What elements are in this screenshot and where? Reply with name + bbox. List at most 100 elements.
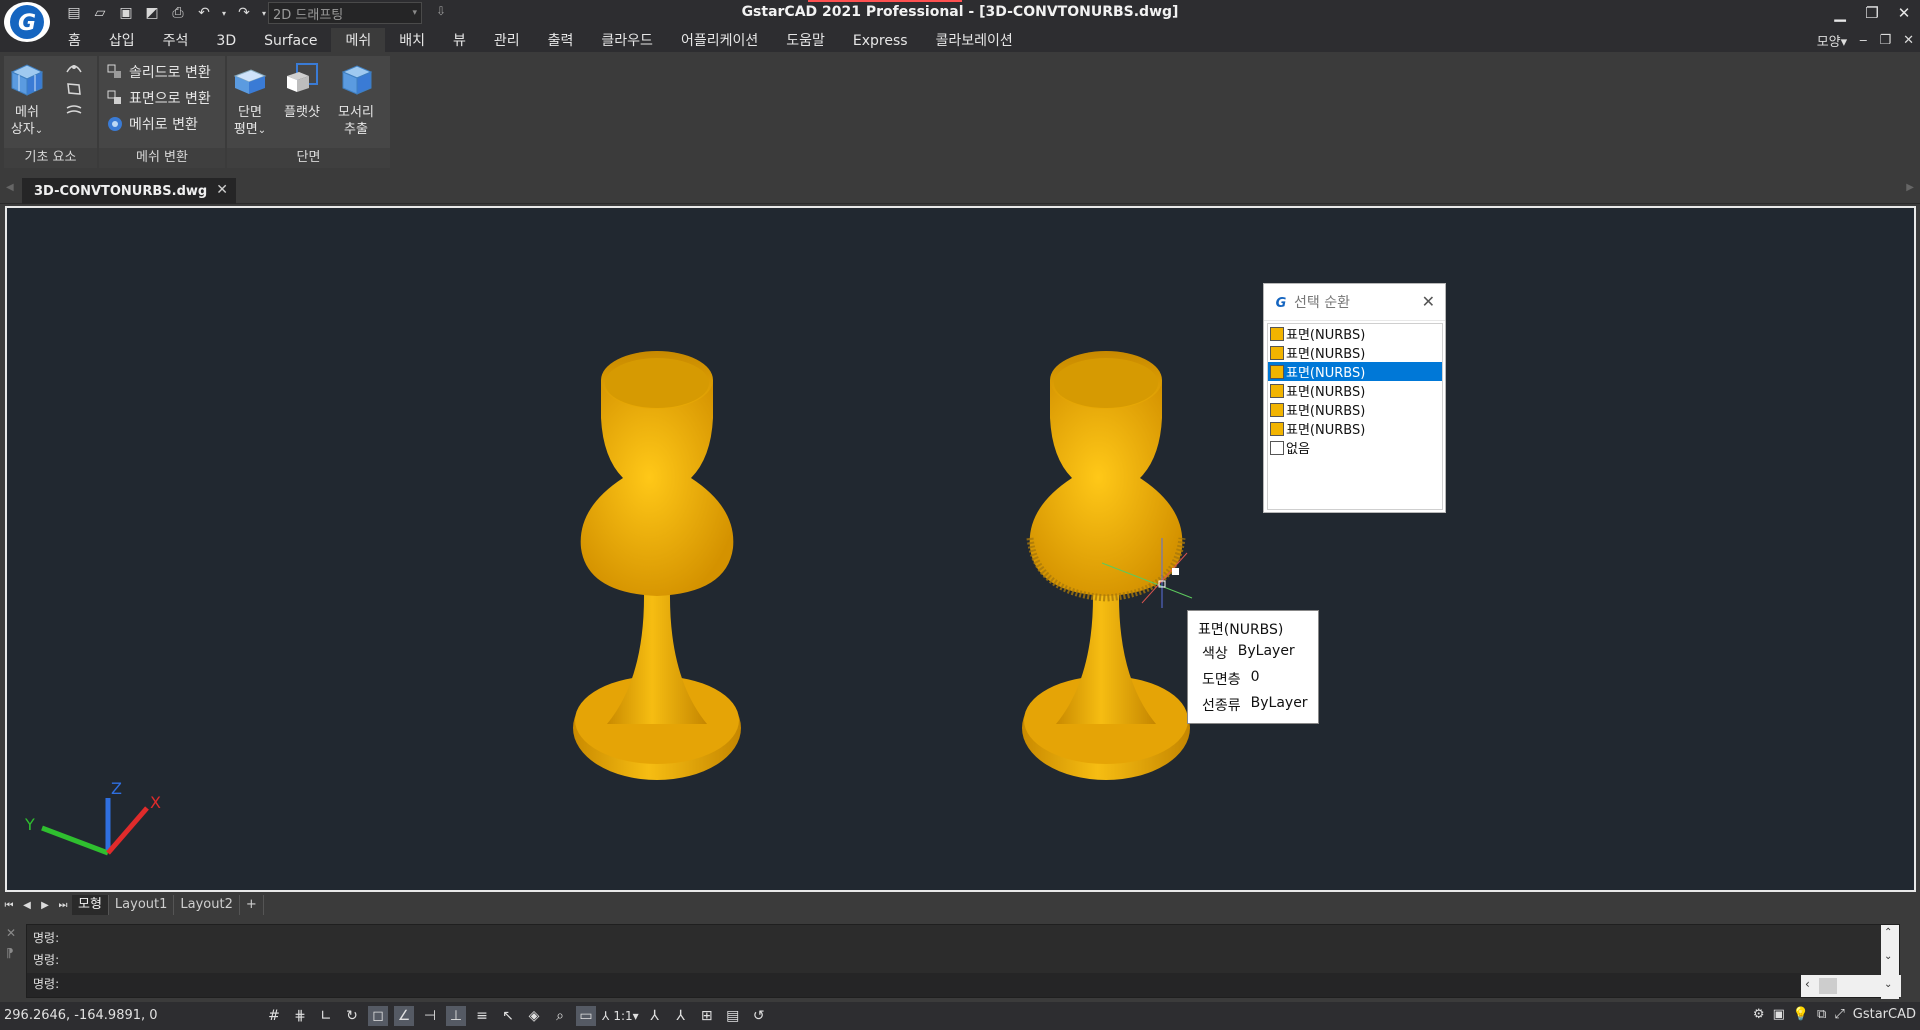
tab-3d[interactable]: 3D [202,28,250,52]
appearance-menu[interactable]: 모양▾ [1811,31,1853,50]
tab-output[interactable]: 출력 [534,28,588,52]
zoom-icon[interactable]: ⌕ [550,1006,570,1026]
tab-cloud[interactable]: 클라우드 [587,28,667,52]
ortho-icon[interactable]: ∟ [316,1006,336,1026]
tab-annotate[interactable]: 주석 [149,28,203,52]
tab-scroll-right-icon[interactable]: ▶ [1906,182,1914,193]
convert-to-surface-button[interactable]: 표면으로 변환 [107,88,211,108]
refresh-icon[interactable]: ↺ [749,1006,769,1026]
close-window-button[interactable]: ✕ [1888,0,1920,26]
scroll-down-icon[interactable]: ⌄ [1884,951,1892,962]
selection-cycling-item[interactable]: 표면(NURBS) [1268,419,1442,438]
auto-scale-icon[interactable]: ⅄ [671,1006,691,1026]
tab-model[interactable]: 모형 [72,895,109,915]
selection-cycling-item[interactable]: 없음 [1268,438,1442,457]
drafting-toggles: # ⋕ ∟ ↻ ◻ ∠ ⊣ ⊥ ≡ ↖ ◈ ⌕ ▭ ⅄ 1:1 ▾ ⅄ ⅄ ⊞ ▤… [264,1006,769,1026]
prev-layout-icon[interactable]: ◀ [18,900,36,911]
gear-icon[interactable]: ⚙ [1753,1007,1765,1022]
grid-icon[interactable]: # [264,1006,284,1026]
selection-cycling-item[interactable]: 표면(NURBS) [1268,381,1442,400]
selection-cycling-item[interactable]: 표면(NURBS) [1268,324,1442,343]
first-layout-icon[interactable]: ⏮ [0,900,18,911]
tab-collaboration[interactable]: 콜라보레이션 [922,28,1027,52]
tab-manage[interactable]: 관리 [480,28,534,52]
tab-view[interactable]: 뷰 [439,28,480,52]
flatshot-button[interactable]: 플랫샷 [283,60,321,121]
annotation-visibility-icon[interactable]: ⅄ [645,1006,665,1026]
lock-icon[interactable]: ▣ [1773,1007,1785,1022]
command-pin-icon[interactable]: ⁋ [6,946,14,960]
clean-screen-icon[interactable]: ⤢ [1834,1007,1844,1022]
osnap-icon[interactable]: ◻ [368,1006,388,1026]
title-accent-line [808,0,962,2]
tab-help[interactable]: 도움말 [772,28,839,52]
add-layout-button[interactable]: + [240,895,264,915]
glass-model-left[interactable] [573,351,741,780]
ducs-icon[interactable]: ⊥ [446,1006,466,1026]
tab-layout[interactable]: 배치 [385,28,439,52]
otrack-icon[interactable]: ∠ [394,1006,414,1026]
doc-close-button[interactable]: ✕ [1897,33,1920,48]
document-tab-label: 3D-CONVTONURBS.dwg [34,183,208,199]
tab-scroll-left-icon[interactable]: ◀ [6,182,14,193]
section-plane-icon [233,69,267,94]
lightbulb-icon[interactable]: 💡 [1793,1007,1809,1022]
extract-edges-button[interactable]: 모서리 추출 [337,60,375,138]
command-close-icon[interactable]: ✕ [6,926,16,940]
lineweight-icon[interactable]: ≡ [472,1006,492,1026]
close-icon[interactable]: ✕ [1422,292,1435,311]
command-input[interactable]: 명령: [27,973,1801,997]
drawing-viewport[interactable]: Z Y X [5,206,1916,892]
convert-to-mesh-button[interactable]: 메쉬로 변환 [107,114,198,134]
quick-properties-icon[interactable]: ▤ [723,1006,743,1026]
scroll-down-icon[interactable]: ⌄ [1884,979,1892,990]
hardware-acceleration-icon[interactable]: ⧉ [1817,1007,1826,1022]
close-tab-icon[interactable]: ✕ [216,182,228,198]
convert-solid-icon [107,64,121,78]
selection-cycling-item[interactable]: 표면(NURBS) [1268,343,1442,362]
panel-title-section: 단면 [227,148,390,168]
section-plane-button[interactable]: 단면 평면⌄ [231,60,269,139]
doc-restore-button[interactable]: ❐ [1873,33,1897,48]
app-logo-button[interactable]: G [4,2,50,42]
convert-to-solid-button[interactable]: 솔리드로 변환 [107,62,211,82]
tab-layout1[interactable]: Layout1 [109,895,175,915]
command-vertical-scrollbar[interactable]: ⌃ ⌄ ⌄ [1881,925,1899,999]
tab-home[interactable]: 홈 [54,28,95,52]
mesh-box-icon [10,64,44,96]
glass-model-right[interactable] [1022,351,1190,780]
minimize-button[interactable]: ▁ [1824,0,1856,26]
snap-icon[interactable]: ⋕ [290,1006,310,1026]
mesh-box-button[interactable]: 메쉬 상자⌄ [8,60,46,139]
dynamic-input-icon[interactable]: ⊞ [697,1006,717,1026]
tab-layout2[interactable]: Layout2 [174,895,240,915]
tab-insert[interactable]: 삽입 [95,28,149,52]
scroll-up-icon[interactable]: ⌃ [1884,927,1892,938]
selection-cycling-item[interactable]: 표면(NURBS) [1268,400,1442,419]
ucs-y-label: Y [24,815,35,834]
viewport-icon[interactable]: ▭ [576,1006,596,1026]
title-bar: ▤ ▱ ▣ ◩ ⎙ ↶ ▾ ↷ ▾ 2D 드래프팅 ▾ ⇩ GstarCAD 2… [0,0,1920,28]
annotation-scale-icon[interactable]: ⅄ 1:1 ▾ [602,1006,639,1026]
polar-icon[interactable]: ↻ [342,1006,362,1026]
scroll-left-icon[interactable]: ‹ [1805,977,1810,991]
mesh-smooth-icon[interactable] [64,58,84,76]
section-plane-label2-text: 평면 [233,122,258,137]
next-layout-icon[interactable]: ▶ [36,900,54,911]
3d-osnap-icon[interactable]: ⊣ [420,1006,440,1026]
last-layout-icon[interactable]: ⏭ [54,900,72,911]
scroll-thumb[interactable] [1819,978,1837,994]
selection-cycling-icon[interactable]: ↖ [498,1006,518,1026]
tab-express[interactable]: Express [839,28,922,52]
color-swatch [1270,421,1284,436]
mesh-crease-icon[interactable] [64,102,84,120]
layers-icon[interactable]: ◈ [524,1006,544,1026]
tab-surface[interactable]: Surface [250,28,331,52]
tab-application[interactable]: 어플리케이션 [667,28,772,52]
document-tab-active[interactable]: 3D-CONVTONURBS.dwg ✕ [22,178,236,204]
mesh-refine-icon[interactable] [64,80,84,98]
doc-minimize-button[interactable]: ‒ [1853,33,1873,48]
restore-button[interactable]: ❐ [1856,0,1888,26]
selection-cycling-item[interactable]: 표면(NURBS) [1268,362,1442,381]
tab-mesh[interactable]: 메쉬 [331,28,386,52]
